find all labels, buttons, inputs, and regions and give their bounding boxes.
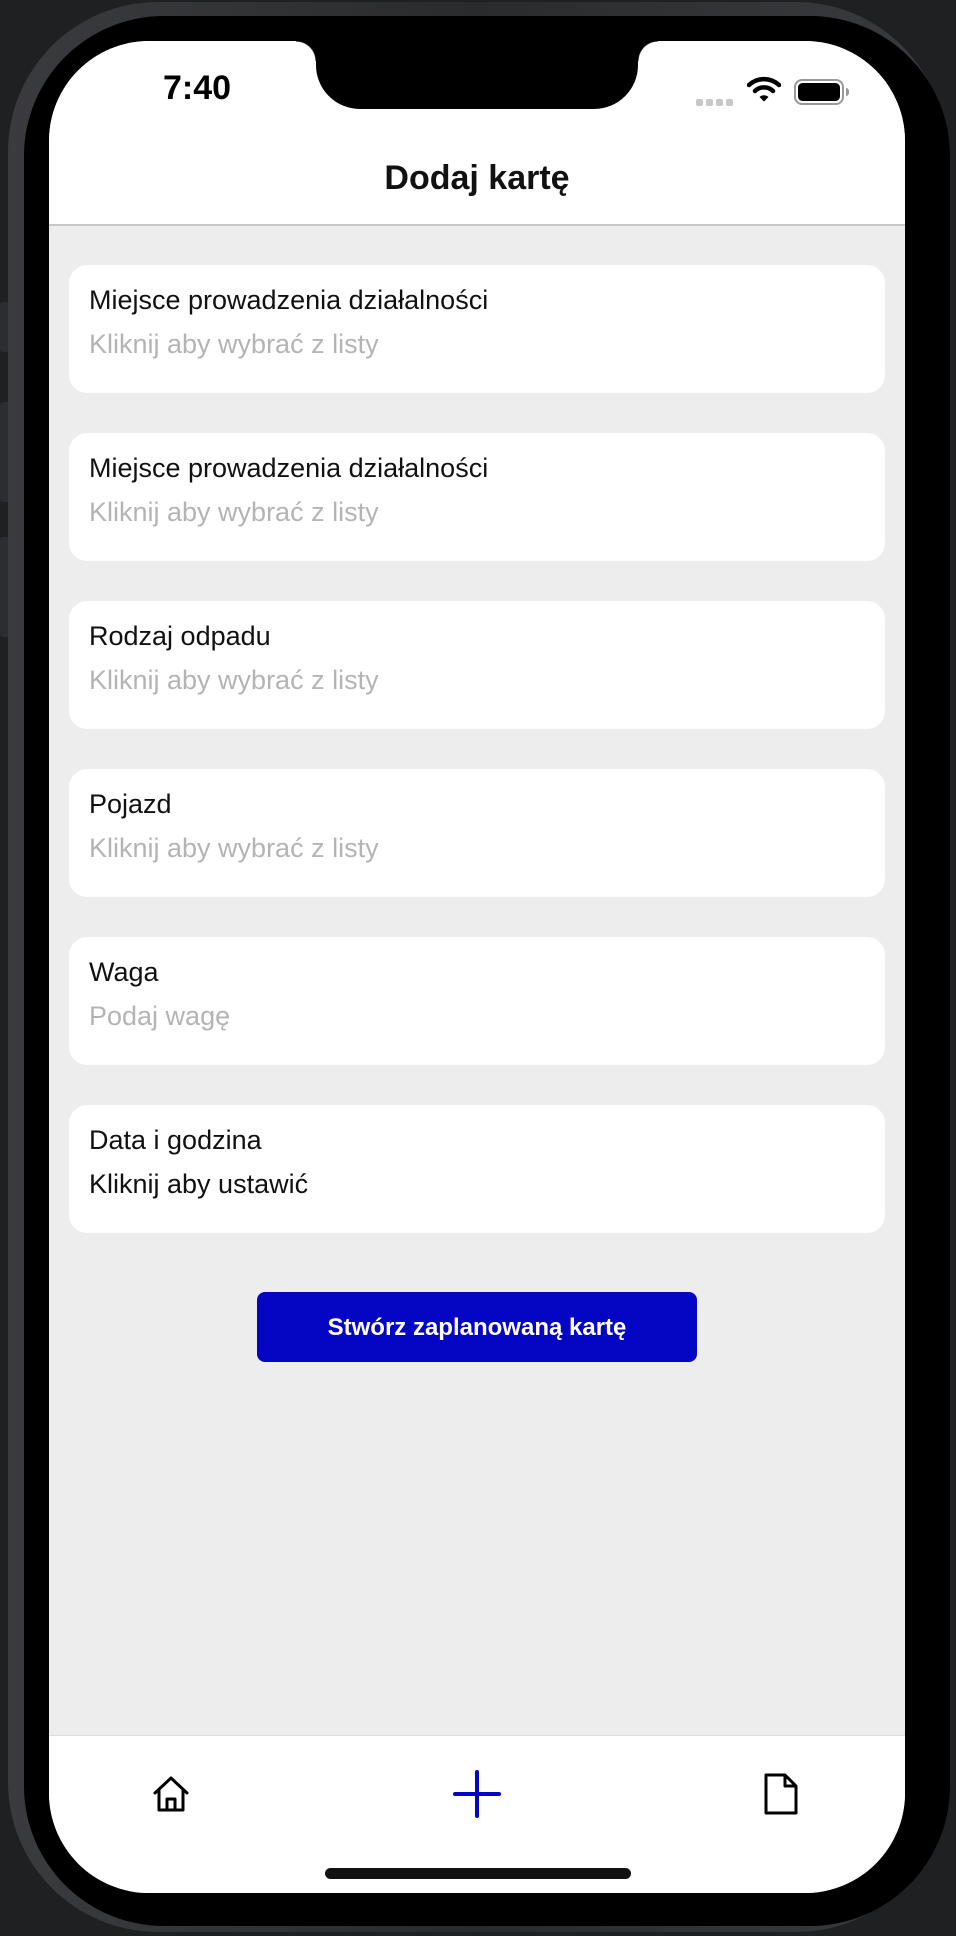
business-location-picker[interactable]: Miejsce prowadzenia działalności Kliknij…: [69, 265, 885, 393]
field-placeholder: Kliknij aby wybrać z listy: [89, 665, 379, 695]
field-placeholder: Kliknij aby wybrać z listy: [89, 833, 379, 863]
field-placeholder: Kliknij aby wybrać z listy: [89, 497, 379, 527]
status-time: 7:40: [162, 69, 232, 107]
vehicle-picker[interactable]: Pojazd Kliknij aby wybrać z listy: [69, 769, 885, 897]
weight-field[interactable]: Waga Podaj wagę: [69, 937, 885, 1065]
field-label: Data i godzina: [89, 1125, 262, 1155]
field-label: Miejsce prowadzenia działalności: [89, 453, 489, 483]
field-placeholder: Kliknij aby wybrać z listy: [89, 329, 379, 359]
weight-input-placeholder[interactable]: Podaj wagę: [89, 1001, 230, 1032]
field-value: Kliknij aby ustawić: [89, 1169, 309, 1199]
home-icon: [153, 1776, 189, 1812]
plus-icon: [453, 1770, 501, 1818]
app-screen: 7:40 Dodaj kartę Miejsce prowadzenia dzi…: [49, 41, 905, 1893]
cellular-signal-icon: [696, 93, 736, 111]
field-label: Waga: [89, 957, 159, 987]
field-label: Pojazd: [89, 789, 172, 819]
tab-home[interactable]: [131, 1762, 211, 1826]
home-indicator[interactable]: [325, 1868, 631, 1879]
device-notch: [296, 41, 658, 109]
waste-type-picker[interactable]: Rodzaj odpadu Kliknij aby wybrać z listy: [69, 601, 885, 729]
datetime-picker[interactable]: Data i godzina Kliknij aby ustawić: [69, 1105, 885, 1233]
page-title: Dodaj kartę: [384, 159, 570, 197]
battery-icon: [794, 79, 849, 105]
field-label: Rodzaj odpadu: [89, 621, 271, 651]
create-scheduled-card-button[interactable]: Stwórz zaplanowaną kartę: [257, 1292, 697, 1362]
tab-add[interactable]: [437, 1762, 517, 1826]
business-location-picker-2[interactable]: Miejsce prowadzenia działalności Kliknij…: [69, 433, 885, 561]
wifi-icon: [747, 76, 781, 102]
navigation-bar: 7:40 Dodaj kartę: [49, 41, 905, 226]
field-label: Miejsce prowadzenia działalności: [89, 285, 489, 315]
document-icon: [764, 1773, 798, 1815]
tab-documents[interactable]: [741, 1762, 821, 1826]
